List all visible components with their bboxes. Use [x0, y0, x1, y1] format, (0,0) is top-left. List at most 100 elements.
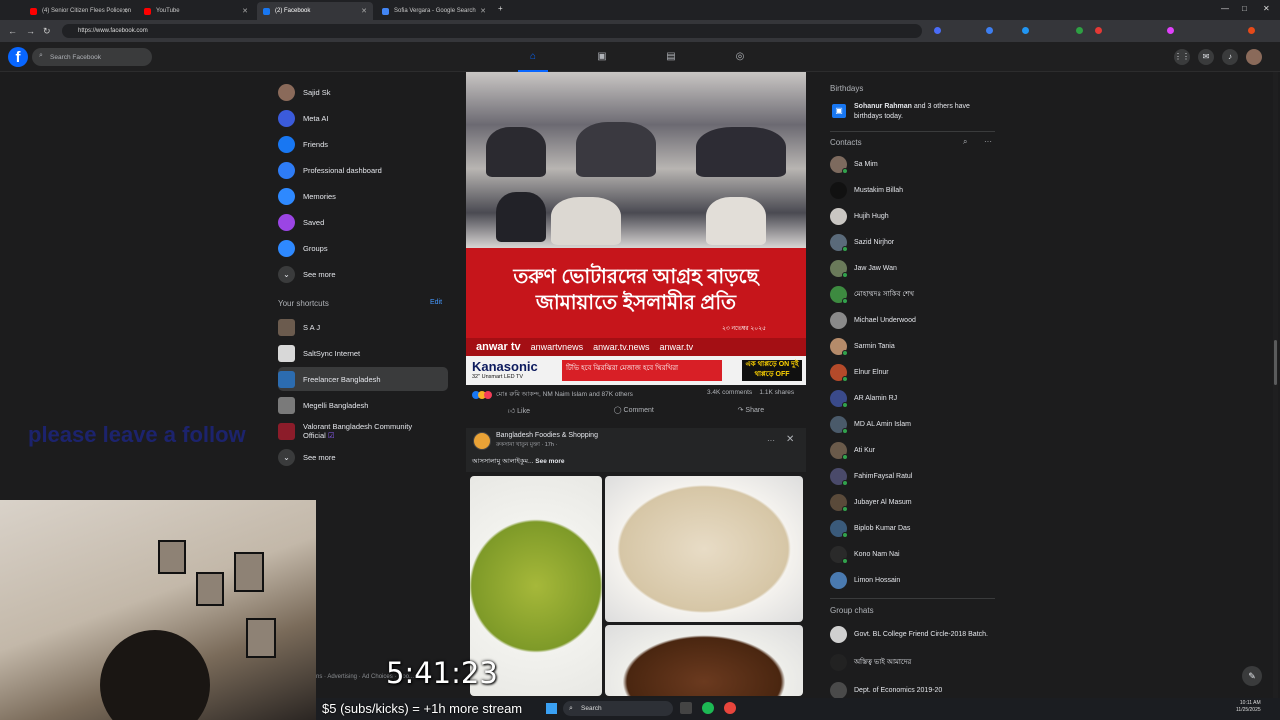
marketplace-icon[interactable]: ▤	[665, 51, 677, 63]
post-photo[interactable]	[466, 72, 806, 248]
forward-icon[interactable]: →	[26, 26, 35, 36]
crowd	[496, 192, 546, 242]
contact-item[interactable]: Jubayer Al Masum	[830, 492, 1000, 512]
contact-item[interactable]: Mustakim Billah	[830, 180, 1000, 200]
tab-title: YouTube	[156, 8, 180, 14]
contact-item[interactable]: Michael Underwood	[830, 310, 1000, 330]
maximize-icon[interactable]: □	[1242, 4, 1247, 13]
contact-item[interactable]: FahimFaysal Ratul	[830, 466, 1000, 486]
sidebar-item[interactable]: ⌄ See more	[278, 262, 448, 286]
close-icon[interactable]: ✕	[786, 434, 794, 445]
sidebar-item[interactable]: Meta AI	[278, 106, 448, 130]
search-input[interactable]: ⌕ Search Facebook	[32, 48, 152, 66]
page-avatar[interactable]	[473, 432, 491, 450]
online-status-dot	[842, 453, 848, 460]
comment-count[interactable]: 3.4K comments	[707, 389, 752, 396]
new-tab-button[interactable]: +	[498, 4, 503, 13]
video-icon[interactable]: ▣	[596, 51, 608, 63]
extension-icon[interactable]	[986, 27, 993, 34]
messenger-icon[interactable]: ✉	[1198, 49, 1214, 65]
food-photo[interactable]	[605, 476, 803, 622]
stream-timer: 5:41:23	[386, 656, 498, 690]
share-button[interactable]: ↷ Share	[738, 406, 765, 414]
shortcut-item[interactable]: Freelancer Bangladesh	[278, 367, 448, 391]
share-count[interactable]: 1.1K shares	[759, 389, 794, 396]
back-icon[interactable]: ←	[8, 26, 17, 36]
scrollbar-thumb[interactable]	[1274, 340, 1277, 385]
shortcut-item[interactable]: ⌄ See more	[278, 445, 448, 469]
contact-item[interactable]: Sarmin Tania	[830, 336, 1000, 356]
like-button[interactable]: 👍︎ Like	[508, 406, 530, 415]
sidebar-item[interactable]: Groups	[278, 236, 448, 260]
spotify-icon[interactable]	[702, 702, 714, 714]
taskbar-search[interactable]: ⌕ Search	[563, 701, 673, 716]
extension-icon[interactable]	[1167, 27, 1174, 34]
shortcut-item[interactable]: SaltSync Internet	[278, 341, 448, 365]
sidebar-item[interactable]: Saved	[278, 210, 448, 234]
facebook-logo[interactable]: f	[8, 47, 28, 67]
menu-grid-icon[interactable]: ⋮⋮	[1174, 49, 1190, 65]
contact-item[interactable]: Limon Hossain	[830, 570, 1000, 590]
contact-item[interactable]: MD AL Amin Islam	[830, 414, 1000, 434]
close-tab-icon[interactable]: ✕	[361, 7, 367, 15]
groups-icon[interactable]: ◎	[734, 51, 746, 63]
windows-start-icon[interactable]	[546, 703, 557, 714]
edit-shortcuts-link[interactable]: Edit	[430, 299, 442, 306]
shortcut-item[interactable]: Valorant Bangladesh Community Official ☑	[278, 419, 448, 443]
address-bar[interactable]: https://www.facebook.com	[62, 24, 922, 38]
group-chat-item[interactable]: অস্তিত্ব ভাই আমাদের	[830, 650, 1000, 674]
group-chat-name: Govt. BL College Friend Circle-2018 Batc…	[854, 630, 988, 638]
sidebar-item[interactable]: Friends	[278, 132, 448, 156]
tab-senior-citizen[interactable]: (4) Senior Citizen Flees Police on ✕	[24, 2, 134, 20]
profile-avatar[interactable]	[1248, 27, 1255, 34]
food-photo[interactable]	[605, 625, 803, 696]
group-chat-item[interactable]: Govt. BL College Friend Circle-2018 Batc…	[830, 622, 1000, 646]
home-icon[interactable]: ⌂	[527, 51, 539, 63]
contact-item[interactable]: Hujih Hugh	[830, 206, 1000, 226]
chrome-icon[interactable]	[724, 702, 736, 714]
contact-item[interactable]: Ati Kur	[830, 440, 1000, 460]
contact-item[interactable]: Elnur Elnur	[830, 362, 1000, 382]
task-view-icon[interactable]	[680, 702, 692, 714]
scrollbar[interactable]	[1273, 72, 1278, 698]
tab-youtube[interactable]: YouTube ✕	[138, 2, 254, 20]
tab-google-search[interactable]: Sofia Vergara - Google Search ✕	[376, 2, 492, 20]
sidebar-item[interactable]: Memories	[278, 184, 448, 208]
account-avatar[interactable]	[1246, 49, 1262, 65]
comment-button[interactable]: ◯ Comment	[614, 406, 654, 414]
tab-facebook[interactable]: (2) Facebook ✕	[257, 2, 373, 20]
contact-item[interactable]: Jaw Jaw Wan	[830, 258, 1000, 278]
avatar	[830, 181, 847, 199]
contact-item[interactable]: Biplob Kumar Das	[830, 518, 1000, 538]
sidebar-item[interactable]: Professional dashboard	[278, 158, 448, 182]
contact-item[interactable]: মোহাম্মদঃ সাকিব শেখ	[830, 284, 1000, 304]
notifications-icon[interactable]: ♪	[1222, 49, 1238, 65]
new-message-icon[interactable]: ✎	[1242, 666, 1262, 686]
contact-item[interactable]: Sazid Nirjhor	[830, 232, 1000, 252]
more-options-icon[interactable]: ···	[767, 436, 775, 445]
online-status-dot	[842, 505, 848, 512]
shortcut-item[interactable]: S A J	[278, 315, 448, 339]
system-clock[interactable]: 10:11 AM 11/25/2025	[1236, 700, 1261, 714]
extension-icon[interactable]	[1022, 27, 1029, 34]
search-contacts-icon[interactable]: ⌕	[963, 137, 967, 147]
extension-icon[interactable]	[1076, 27, 1083, 34]
extension-icon[interactable]	[1095, 27, 1102, 34]
contact-item[interactable]: Kono Nam Nai	[830, 544, 1000, 564]
birthday-notice[interactable]: Sohanur Rahman and 3 others have birthda…	[854, 102, 994, 122]
close-window-icon[interactable]: ✕	[1263, 4, 1270, 13]
sidebar-item[interactable]: Sajid Sk	[278, 80, 448, 104]
contact-item[interactable]: Sa Mim	[830, 154, 1000, 174]
see-more-link[interactable]: See more	[535, 458, 564, 465]
close-tab-icon[interactable]: ✕	[480, 7, 486, 15]
contacts-options-icon[interactable]: ···	[984, 137, 992, 146]
contact-item[interactable]: AR Alamin RJ	[830, 388, 1000, 408]
shortcut-item[interactable]: Megelli Bangladesh	[278, 393, 448, 417]
reaction-summary[interactable]: মোঃ রুমি আকন্দ, NM Naim Islam and 87K ot…	[472, 389, 633, 400]
reload-icon[interactable]: ↻	[43, 26, 51, 37]
extension-icon[interactable]	[934, 27, 941, 34]
page-name[interactable]: Bangladesh Foodies & Shopping	[496, 432, 598, 439]
close-tab-icon[interactable]: ✕	[242, 7, 248, 15]
close-tab-icon[interactable]: ✕	[122, 7, 128, 15]
minimize-icon[interactable]: —	[1221, 4, 1229, 13]
